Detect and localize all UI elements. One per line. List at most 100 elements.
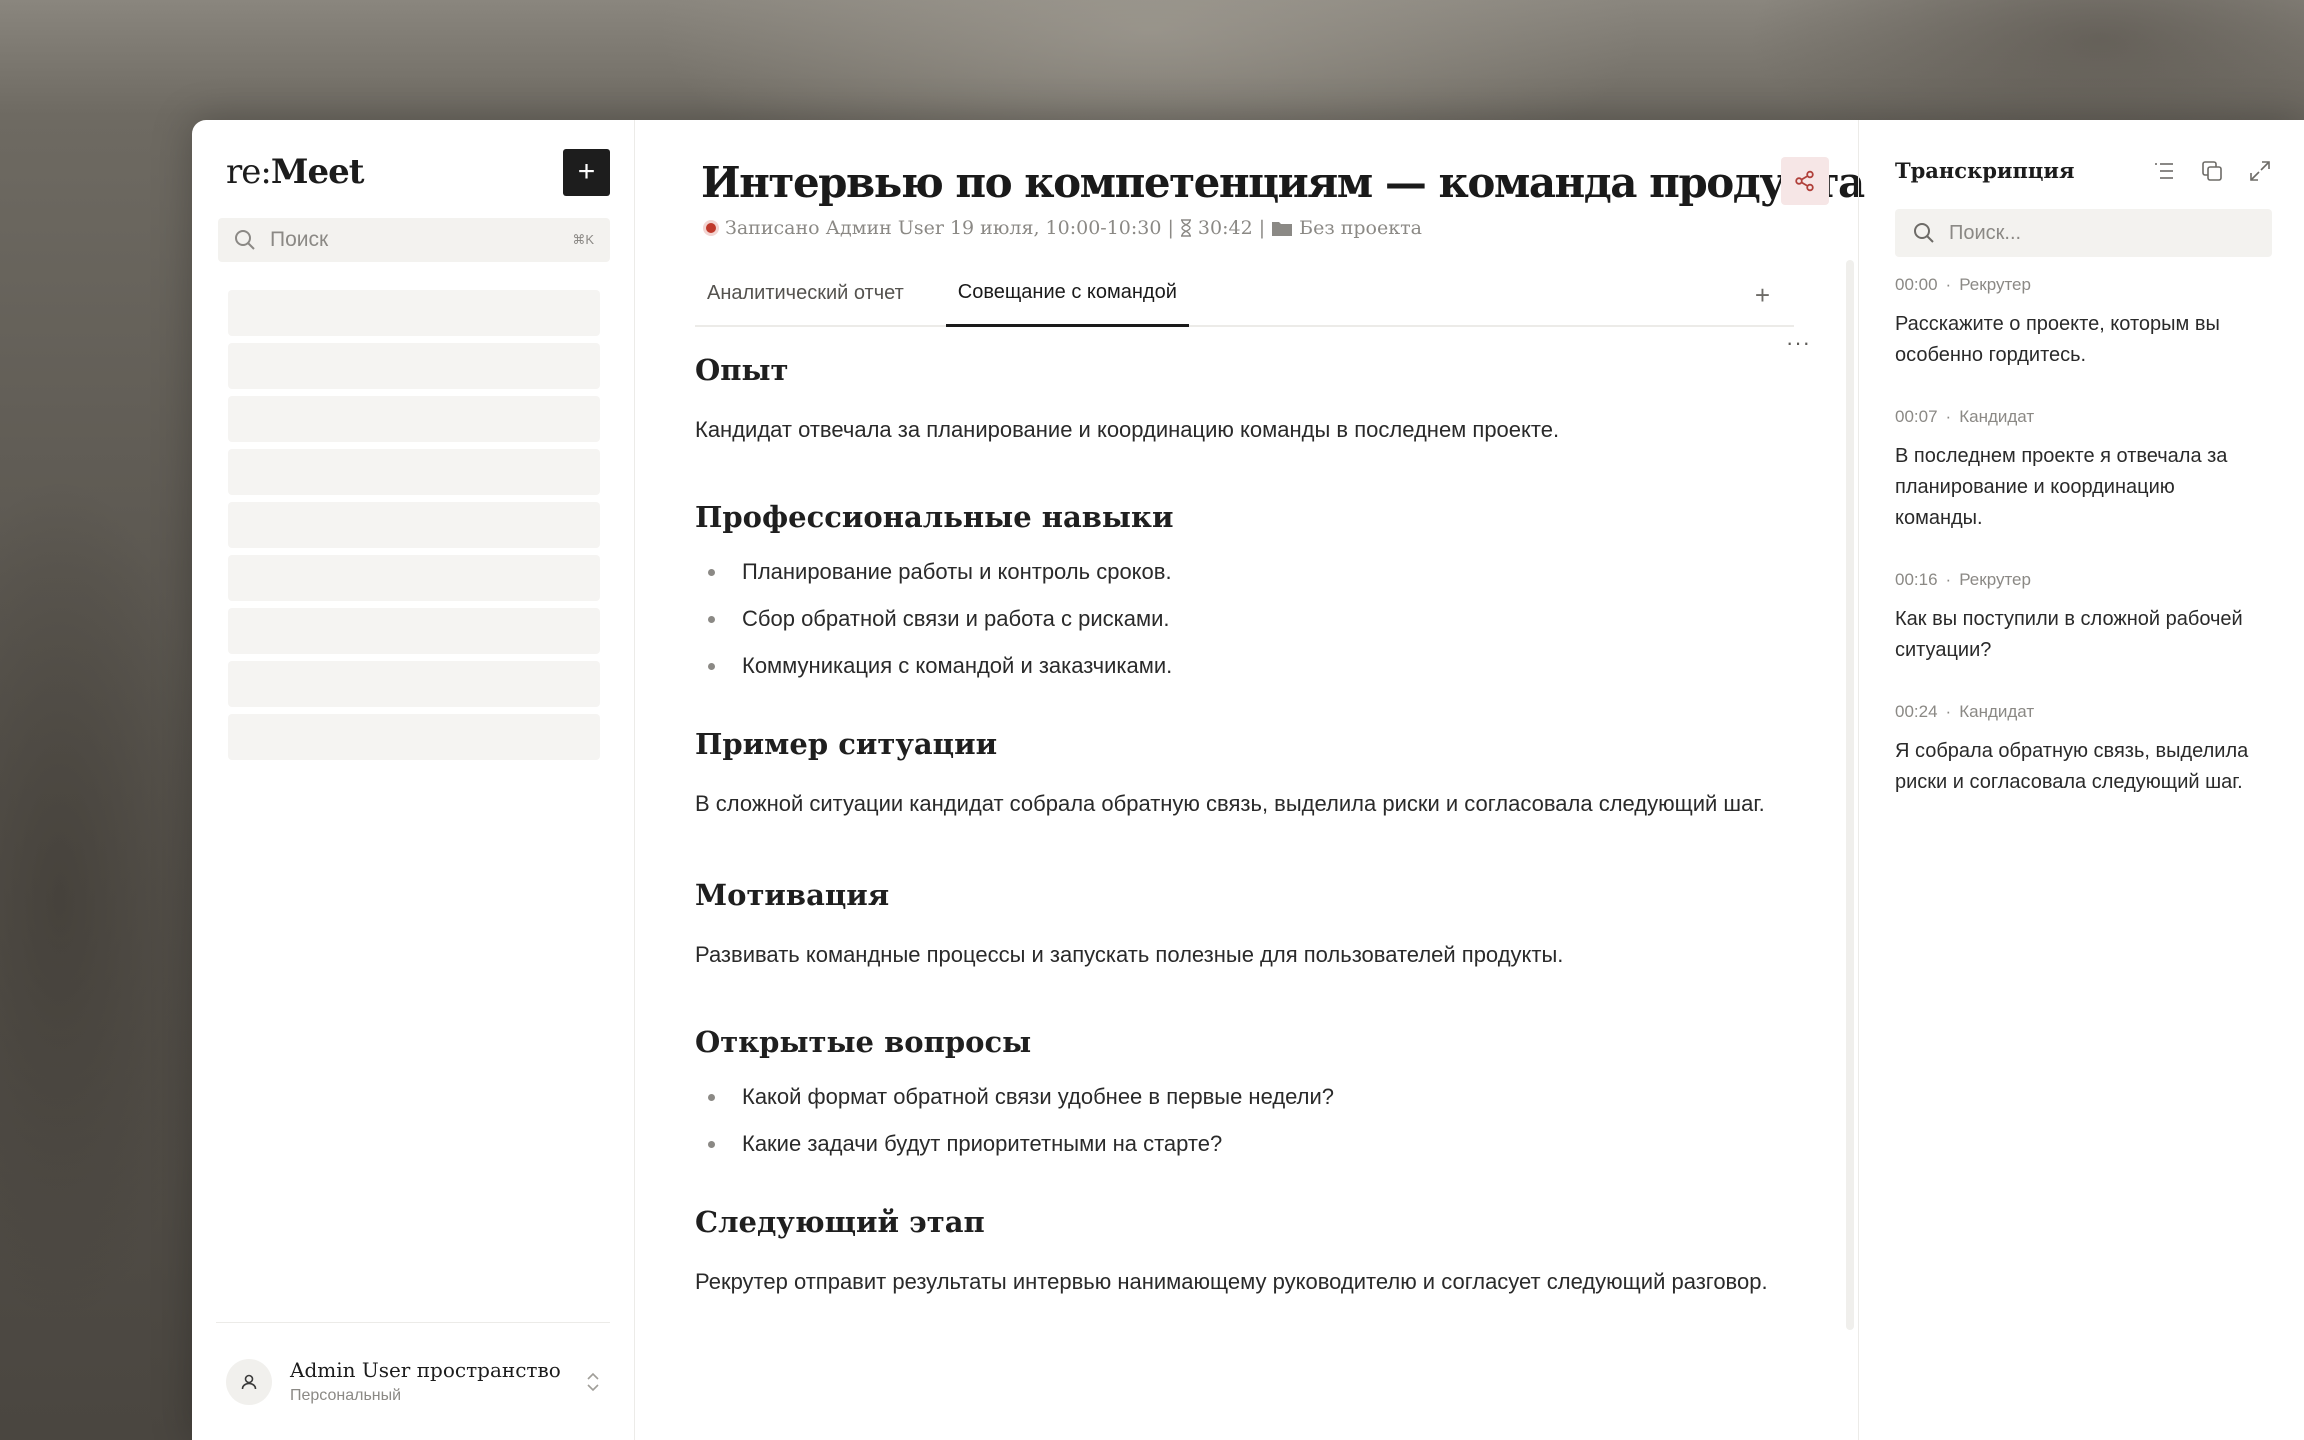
add-tab-button[interactable]: + [1755, 280, 1770, 311]
skills-list: Планирование работы и контроль сроков. С… [695, 548, 1794, 689]
section-experience: Опыт Кандидат отвечала за планирование и… [695, 353, 1794, 450]
list-item: Какие задачи будут приоритетными на стар… [695, 1120, 1794, 1167]
search-icon [1913, 222, 1935, 244]
skeleton-item [228, 714, 600, 760]
recorded-info: Записано Админ User 19 июля, 10:00-10:30… [725, 217, 1174, 239]
list-item: Планирование работы и контроль сроков. [695, 548, 1794, 595]
section-text: Кандидат отвечала за планирование и коор… [695, 417, 1560, 442]
new-meeting-button[interactable]: + [563, 148, 610, 196]
transcript-search-input[interactable]: Поиск... [1949, 222, 2021, 245]
app-window: re:Meet + Поиск ⌘K Admin User пространст… [192, 120, 2304, 1440]
entry-meta: 00:07 · Кандидат [1895, 407, 2035, 426]
sidebar-search[interactable]: Поиск ⌘K [218, 218, 610, 262]
scrollbar[interactable] [1846, 260, 1854, 1330]
page-title: Интервью по компетенциям — команда проду… [701, 158, 1865, 207]
app-logo[interactable]: re:Meet [218, 152, 365, 192]
entry-time: 00:00 [1895, 275, 1938, 294]
entry-speaker: Кандидат [1959, 702, 2035, 721]
skeleton-item [228, 661, 600, 707]
workspace-name: Admin User пространство [290, 1358, 561, 1382]
tab-bar: Аналитический отчет Совещание с командой… [695, 265, 1794, 327]
transcript-actions [2152, 159, 2272, 183]
entry-text: Как вы поступили в сложной рабочей ситуа… [1895, 608, 2243, 661]
copy-icon[interactable] [2200, 159, 2224, 183]
title-row: Интервью по компетенциям — команда проду… [695, 120, 1865, 207]
section-motivation: Мотивация Развивать командные процессы и… [695, 878, 1794, 975]
entry-time: 00:07 [1895, 407, 1938, 426]
skeleton-item [228, 608, 600, 654]
workspace-info: Admin User пространство Персональный [290, 1358, 568, 1405]
section-heading: Мотивация [695, 878, 890, 912]
transcript-entry[interactable]: 00:07 · Кандидат В последнем проекте я отв… [1895, 407, 2272, 534]
section-text: Рекрутер отправит результаты интервью на… [695, 1269, 1768, 1294]
skeleton-item [228, 502, 600, 548]
share-icon [1795, 170, 1814, 192]
transcript-header: Транскрипция [1895, 120, 2272, 183]
share-button[interactable] [1781, 157, 1829, 205]
recording-dot-icon [703, 220, 719, 236]
chevron-updown-icon[interactable] [586, 1371, 600, 1393]
entry-time: 00:24 [1895, 702, 1938, 721]
main-content: Интервью по компетенциям — команда проду… [635, 120, 1865, 1440]
search-input[interactable]: Поиск [270, 228, 558, 252]
section-heading: Пример ситуации [695, 727, 998, 761]
section-skills: Профессиональные навыки Планирование раб… [695, 500, 1794, 689]
section-heading: Профессиональные навыки [695, 500, 1174, 534]
section-open-questions: Открытые вопросы Какой формат обратной с… [695, 1025, 1794, 1167]
list-item: Коммуникация с командой и заказчиками. [695, 642, 1794, 689]
user-icon [226, 1358, 272, 1405]
brand-row: re:Meet + [218, 120, 610, 204]
hourglass-icon [1180, 219, 1192, 237]
section-next-step: Следующий этап Рекрутер отправит результ… [695, 1205, 1794, 1302]
more-options-icon[interactable]: ··· [1786, 330, 1811, 356]
transcript-entry[interactable]: 00:16 · Рекрутер Как вы поступили в сложно… [1895, 570, 2272, 666]
entry-text: Я собрала обратную связь, выделила риски… [1895, 740, 2249, 793]
entry-meta: 00:16 · Рекрутер [1895, 570, 2031, 589]
skeleton-item [228, 290, 600, 336]
list-icon[interactable] [2152, 159, 2176, 183]
workspace-switcher[interactable]: Admin User пространство Персональный [216, 1322, 610, 1440]
section-text: Развивать командные процессы и запускать… [695, 942, 1564, 967]
section-heading: Открытые вопросы [695, 1025, 1032, 1059]
transcript-panel: Транскрипция Поиск... 00:00 · Рекрутер Р… [1858, 120, 2304, 1440]
skeleton-item [228, 396, 600, 442]
transcript-entry[interactable]: 00:24 · Кандидат Я собрала обратную связь,… [1895, 702, 2272, 798]
entry-speaker: Кандидат [1959, 407, 2035, 426]
skeleton-item [228, 449, 600, 495]
workspace-type: Персональный [290, 1387, 402, 1404]
report-content: Опыт Кандидат отвечала за планирование и… [695, 327, 1794, 1302]
skeleton-item [228, 343, 600, 389]
folder-icon [1271, 219, 1293, 237]
entry-text: В последнем проекте я отвечала за планир… [1895, 445, 2228, 529]
entry-meta: 00:24 · Кандидат [1895, 702, 2035, 721]
duration: 30:42 | [1197, 217, 1266, 239]
transcript-entry[interactable]: 00:00 · Рекрутер Расскажите о проекте, кот… [1895, 275, 2272, 371]
meeting-meta: Записано Админ User 19 июля, 10:00-10:30… [703, 217, 1422, 239]
tab-analytical-report[interactable]: Аналитический отчет [695, 282, 916, 325]
skeleton-item [228, 555, 600, 601]
sidebar: re:Meet + Поиск ⌘K Admin User пространст… [192, 120, 635, 1440]
questions-list: Какой формат обратной связи удобнее в пе… [695, 1073, 1794, 1167]
transcript-title: Транскрипция [1895, 158, 2075, 183]
search-icon [234, 229, 256, 251]
entry-speaker: Рекрутер [1959, 570, 2031, 589]
entry-time: 00:16 [1895, 570, 1938, 589]
logo-name: Meet [270, 152, 365, 192]
meta-row: Записано Админ User 19 июля, 10:00-10:30… [695, 217, 1794, 239]
logo-prefix: re: [226, 152, 272, 192]
section-heading: Опыт [695, 353, 789, 387]
list-item: Какой формат обратной связи удобнее в пе… [695, 1073, 1794, 1120]
expand-icon[interactable] [2248, 159, 2272, 183]
entry-text: Расскажите о проекте, которым вы особенн… [1895, 313, 2220, 366]
section-heading: Следующий этап [695, 1205, 985, 1239]
search-shortcut: ⌘K [572, 232, 594, 247]
section-situation: Пример ситуации В сложной ситуации канди… [695, 727, 1794, 824]
entry-speaker: Рекрутер [1959, 275, 2031, 294]
transcript-search[interactable]: Поиск... [1895, 209, 2272, 257]
section-text: В сложной ситуации кандидат собрала обра… [695, 791, 1765, 816]
meeting-list-loading [218, 290, 610, 760]
project-link[interactable]: Без проекта [1299, 217, 1422, 239]
list-item: Сбор обратной связи и работа с рисками. [695, 595, 1794, 642]
tab-team-meeting[interactable]: Совещание с командой [945, 281, 1189, 327]
entry-meta: 00:00 · Рекрутер [1895, 275, 2031, 294]
